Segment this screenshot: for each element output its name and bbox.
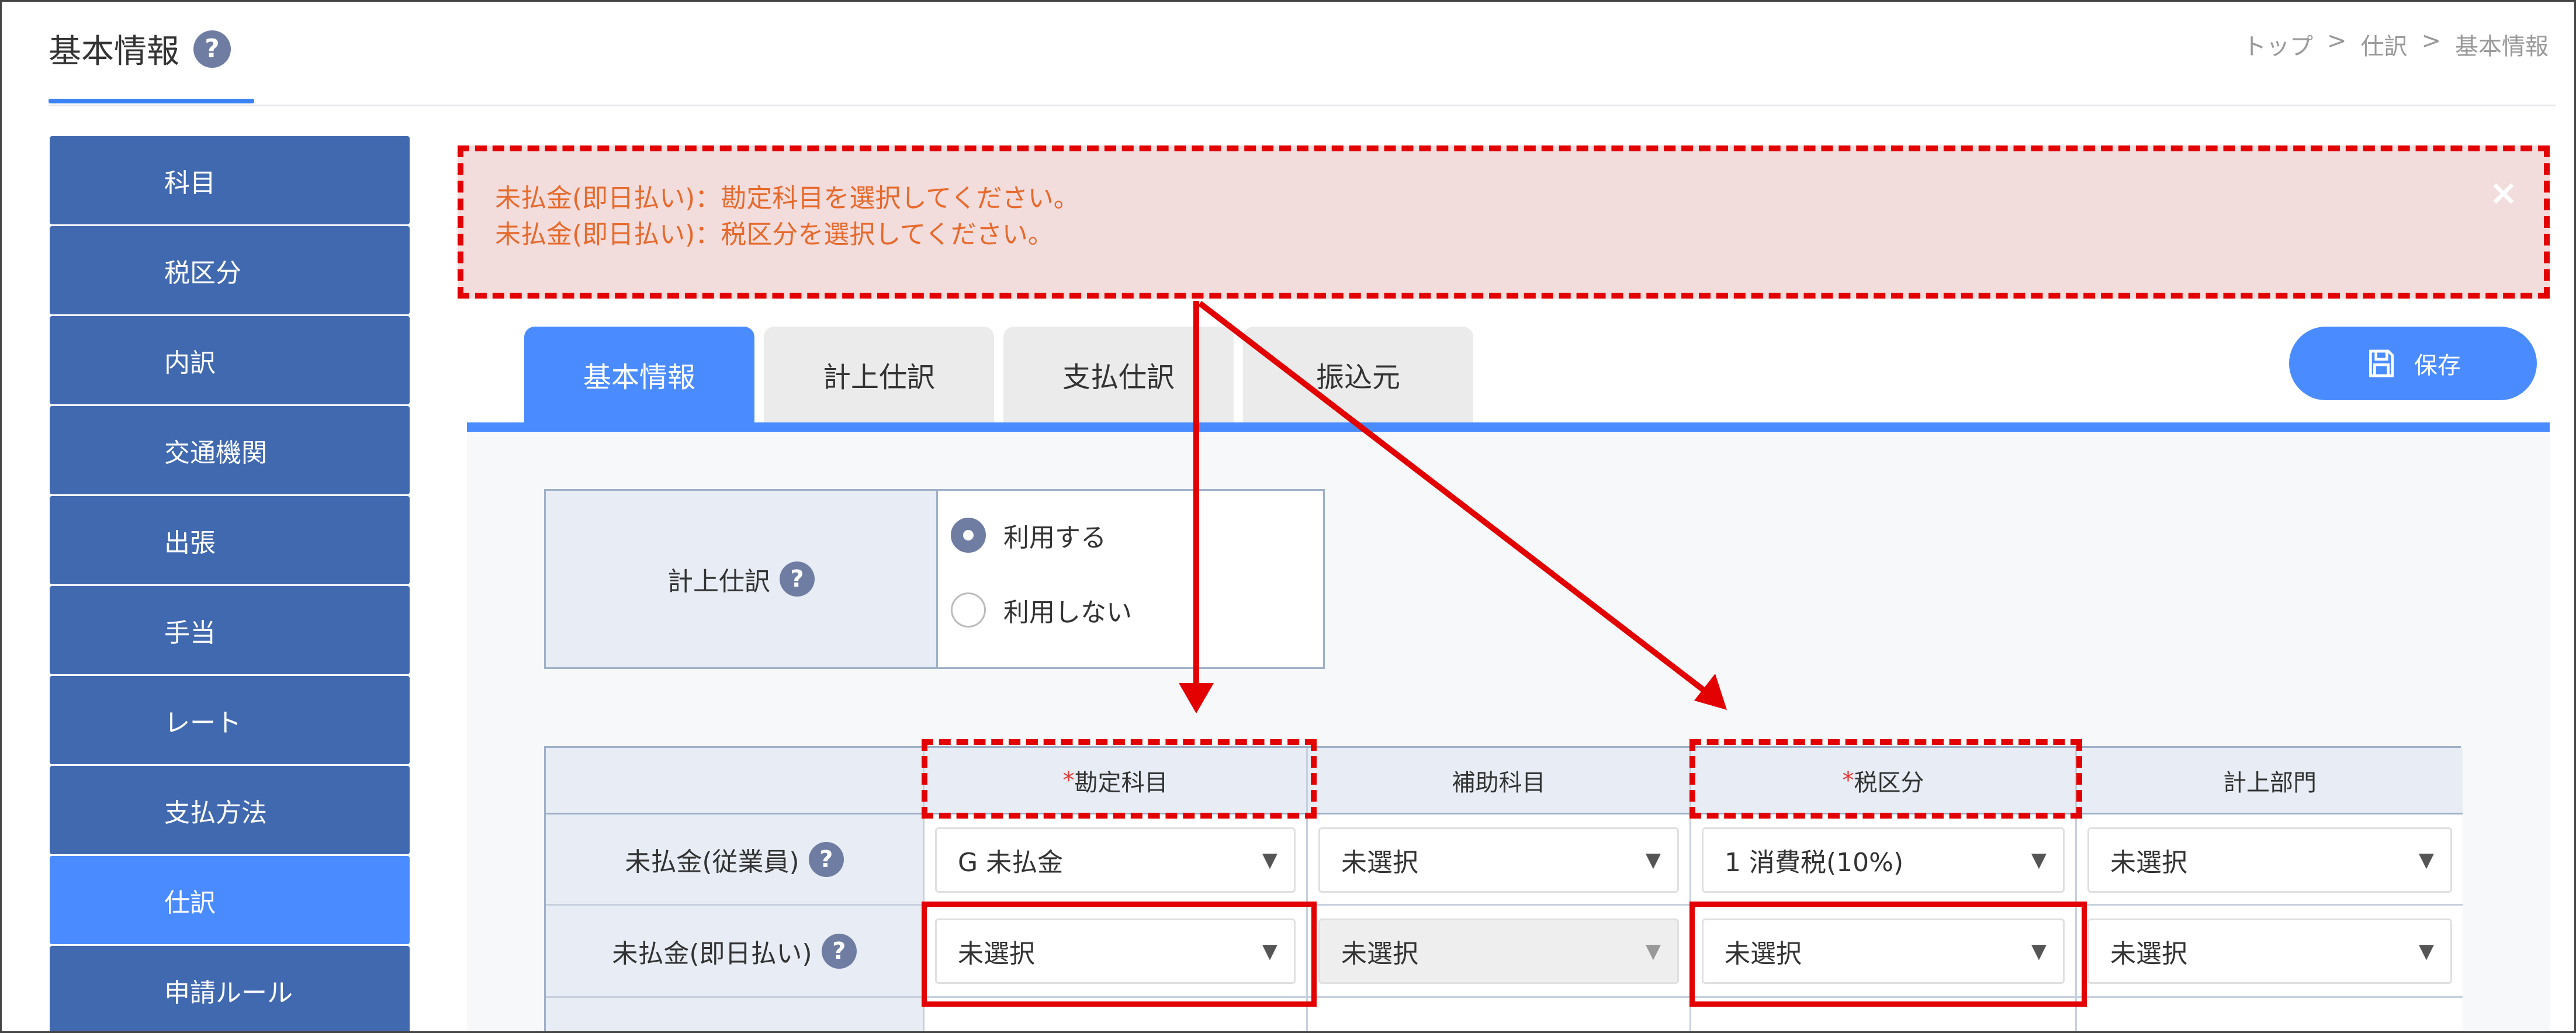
- annotation-arrows: [1179, 301, 1727, 713]
- arrow-to-tax: [1197, 301, 1711, 696]
- arrow-head: [1694, 674, 1727, 710]
- arrow-head: [1179, 683, 1214, 713]
- screenshot-frame: 基本情報 ? トップ > 仕訳 > 基本情報 科目 税区分 内訳 交通機関 出張…: [0, 0, 2576, 1033]
